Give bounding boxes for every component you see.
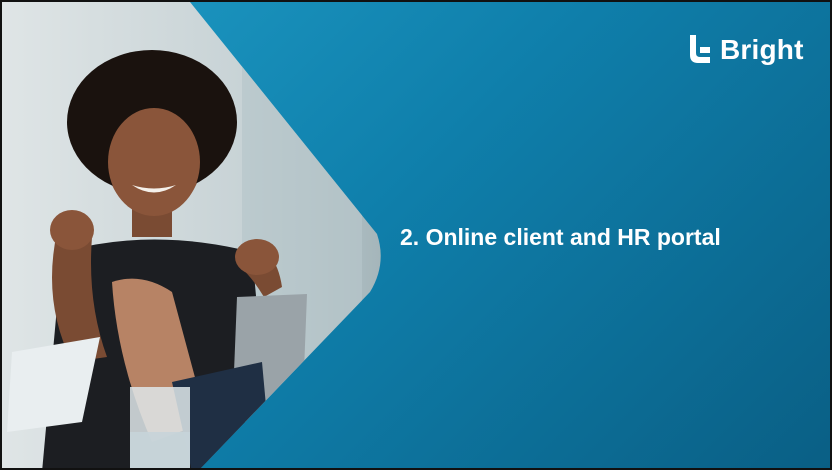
bright-logo-icon [690,35,710,63]
presentation-slide: Bright 2. Online client and HR portal [0,0,832,470]
slide-title: 2. Online client and HR portal [400,224,721,250]
brand-logo: Bright [686,30,804,70]
brand-name: Bright [720,34,804,65]
